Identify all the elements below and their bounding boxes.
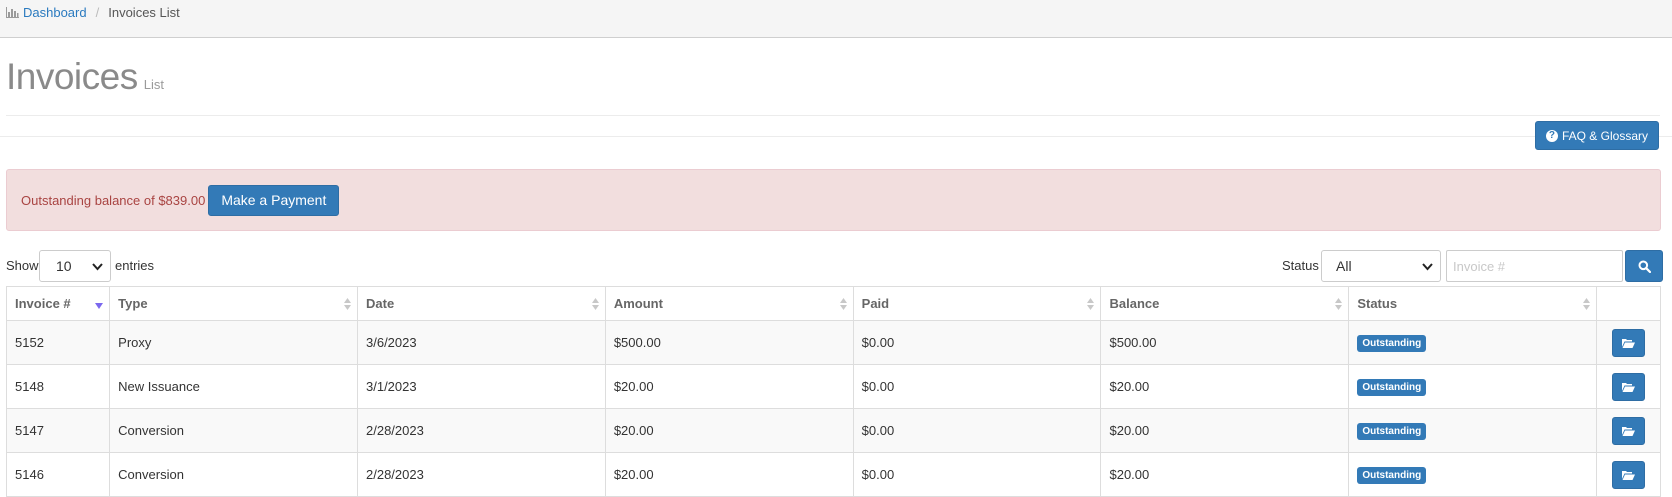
- table-row: 5152 Proxy 3/6/2023 $500.00 $0.00 $500.0…: [5, 320, 1661, 365]
- outstanding-balance-text: Outstanding balance of $839.00: [21, 192, 206, 208]
- cell-actions: [1596, 408, 1661, 453]
- breadcrumb-current: Invoices List: [108, 5, 180, 20]
- sort-icon: [344, 298, 351, 310]
- column-header-actions: [1596, 286, 1661, 321]
- breadcrumb-dashboard-label[interactable]: Dashboard: [23, 5, 87, 20]
- sort-icon: [1087, 298, 1095, 310]
- status-filter-label: Status: [1282, 258, 1319, 273]
- column-header-amount[interactable]: Amount: [604, 286, 854, 321]
- invoice-number-search-input[interactable]: [1446, 250, 1623, 282]
- cell-date: 2/28/2023: [357, 408, 606, 453]
- chevron-down-icon: [1422, 263, 1433, 271]
- sort-icon: [839, 298, 847, 310]
- make-payment-button[interactable]: Make a Payment: [208, 184, 340, 216]
- invoices-table: Invoice # Type Date Amount Paid Balance …: [5, 286, 1661, 497]
- cell-invoice-number: 5152: [5, 320, 111, 365]
- cell-actions: [1596, 364, 1661, 409]
- chevron-down-icon: [92, 263, 103, 271]
- breadcrumb-separator: /: [95, 5, 100, 20]
- table-controls: Show 10 entries Status All: [6, 250, 1663, 282]
- cell-status: Outstanding: [1348, 408, 1598, 453]
- cell-amount: $500.00: [604, 320, 854, 365]
- search-icon: [1638, 260, 1651, 273]
- open-invoice-button[interactable]: [1612, 416, 1646, 445]
- faq-glossary-label: FAQ & Glossary: [1561, 128, 1648, 143]
- column-header-label: Amount: [613, 296, 663, 311]
- column-header-type[interactable]: Type: [109, 286, 358, 321]
- column-header-balance[interactable]: Balance: [1100, 286, 1350, 321]
- column-header-label: Invoice #: [15, 296, 71, 311]
- cell-date: 3/6/2023: [357, 320, 606, 365]
- entries-label: entries: [115, 258, 155, 273]
- table-row: 5147 Conversion 2/28/2023 $20.00 $0.00 $…: [5, 408, 1661, 453]
- status-badge: Outstanding: [1357, 378, 1427, 396]
- column-header-label: Date: [366, 296, 395, 311]
- page-length-value: 10: [56, 258, 72, 274]
- cell-paid: $0.00: [852, 408, 1102, 453]
- cell-status: Outstanding: [1348, 320, 1598, 365]
- search-button[interactable]: [1625, 250, 1663, 282]
- column-header-paid[interactable]: Paid: [852, 286, 1102, 321]
- cell-type: Conversion: [109, 408, 358, 453]
- cell-amount: $20.00: [604, 364, 854, 409]
- cell-balance: $500.00: [1100, 320, 1350, 365]
- cell-amount: $20.00: [604, 408, 854, 453]
- outstanding-balance-alert: Outstanding balance of $839.00 Make a Pa…: [6, 169, 1661, 231]
- faq-glossary-button[interactable]: ? FAQ & Glossary: [1534, 121, 1659, 150]
- column-header-date[interactable]: Date: [357, 286, 606, 321]
- folder-open-icon: [1622, 470, 1636, 480]
- page-title: Invoices List: [6, 56, 164, 98]
- cell-actions: [1596, 320, 1661, 365]
- breadcrumb-dashboard-link[interactable]: Dashboard: [6, 5, 87, 20]
- sort-icon: [591, 298, 599, 310]
- table-header-row: Invoice # Type Date Amount Paid Balance …: [5, 286, 1661, 321]
- cell-type: Proxy: [109, 320, 358, 365]
- open-invoice-button[interactable]: [1612, 460, 1646, 489]
- cell-balance: $20.00: [1100, 408, 1350, 453]
- table-row: 5148 New Issuance 3/1/2023 $20.00 $0.00 …: [5, 364, 1661, 409]
- open-invoice-button[interactable]: [1612, 328, 1646, 357]
- column-header-label: Type: [118, 296, 148, 311]
- cell-paid: $0.00: [852, 364, 1102, 409]
- cell-date: 3/1/2023: [357, 364, 606, 409]
- cell-paid: $0.00: [852, 320, 1102, 365]
- column-header-label: Paid: [861, 296, 890, 311]
- folder-open-icon: [1622, 382, 1636, 392]
- sort-icon: [1583, 298, 1591, 310]
- cell-balance: $20.00: [1100, 364, 1350, 409]
- status-badge: Outstanding: [1357, 466, 1427, 484]
- column-header-status[interactable]: Status: [1348, 286, 1598, 321]
- page-header: Invoices List: [6, 50, 1660, 116]
- toolbar-divider: [0, 136, 1672, 137]
- cell-invoice-number: 5147: [5, 408, 111, 453]
- question-circle-icon: ?: [1545, 129, 1558, 142]
- page-length-select[interactable]: 10: [39, 250, 111, 282]
- page-subtitle: List: [143, 77, 164, 92]
- show-label: Show: [6, 258, 39, 273]
- status-filter-select[interactable]: All: [1321, 250, 1441, 282]
- column-header-label: Balance: [1109, 296, 1160, 311]
- cell-invoice-number: 5148: [5, 364, 111, 409]
- sort-desc-icon: [95, 303, 104, 309]
- status-badge: Outstanding: [1357, 334, 1427, 352]
- column-header-label: Status: [1357, 296, 1398, 311]
- sort-icon: [1335, 298, 1343, 310]
- open-invoice-button[interactable]: [1612, 372, 1646, 401]
- breadcrumb: Dashboard / Invoices List: [0, 0, 1672, 38]
- bar-chart-icon: [6, 7, 19, 18]
- column-header-invoice[interactable]: Invoice #: [5, 286, 111, 321]
- page-title-text: Invoices: [6, 56, 138, 97]
- status-badge: Outstanding: [1357, 422, 1427, 440]
- cell-status: Outstanding: [1348, 364, 1598, 409]
- status-filter-value: All: [1336, 258, 1352, 274]
- folder-open-icon: [1622, 338, 1636, 348]
- folder-open-icon: [1622, 426, 1636, 436]
- cell-type: New Issuance: [109, 364, 358, 409]
